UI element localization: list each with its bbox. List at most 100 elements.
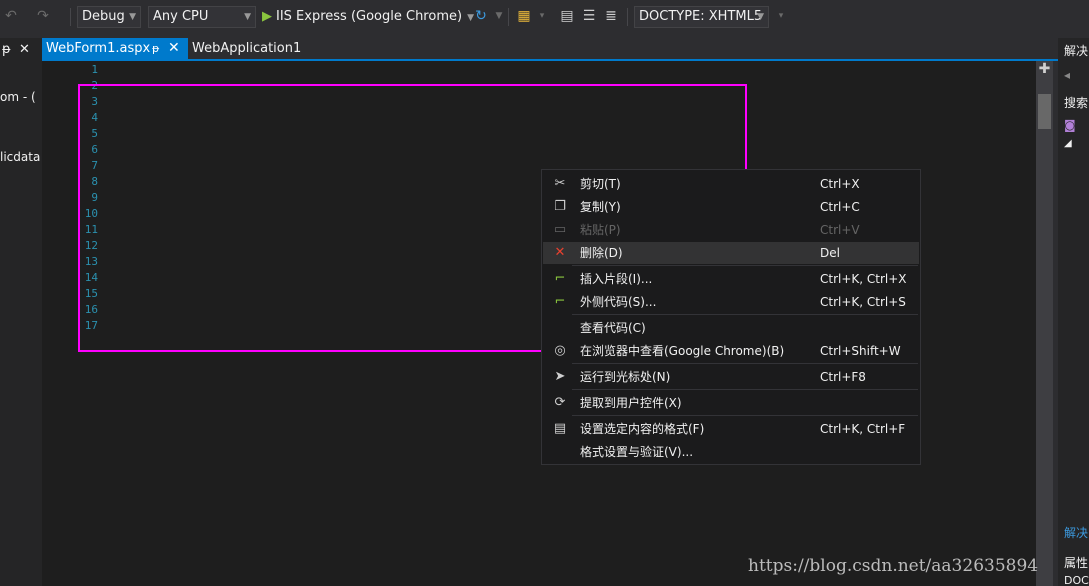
left-pane-item[interactable]: om - ( xyxy=(0,90,36,104)
scissors-icon: ✂ xyxy=(554,176,566,191)
menu-item-label: 删除(D) xyxy=(580,246,623,260)
document-icon[interactable]: ▤ xyxy=(558,7,576,25)
vertical-scrollbar[interactable] xyxy=(1036,61,1053,586)
run-target-label: IIS Express (Google Chrome) xyxy=(276,9,463,24)
menu-item-label: 运行到光标处(N) xyxy=(580,370,671,384)
menu-item-label: 插入片段(I)... xyxy=(580,272,653,286)
format-icon: ▤ xyxy=(553,421,567,436)
cursor-icon: ➤ xyxy=(554,369,566,384)
refresh-icon[interactable]: ↻ xyxy=(472,7,490,25)
line-number: 1 xyxy=(91,63,98,76)
toolbar-separator xyxy=(508,8,509,26)
menu-item-shortcut: Del xyxy=(820,246,840,260)
tab-label: WebApplication1 xyxy=(192,41,302,56)
toolbar-separator xyxy=(70,8,71,26)
split-editor-icon[interactable]: ✚ xyxy=(1036,61,1053,77)
menu-item-shortcut: Ctrl+X xyxy=(820,177,860,191)
menu-item-copy[interactable]: ❐ 复制(Y) Ctrl+C xyxy=(543,196,919,218)
menu-item-shortcut: Ctrl+K, Ctrl+F xyxy=(820,422,906,436)
pin-icon[interactable]: ᵽ xyxy=(2,42,11,57)
toolbar: ↶ ↷ Debug ▼ Any CPU ▼ ▶ IIS Express (Goog… xyxy=(0,0,1089,36)
delete-icon: ✕ xyxy=(554,245,566,260)
menu-separator xyxy=(572,415,918,416)
watermark: https://blog.csdn.net/aa32635894 xyxy=(748,556,1039,576)
menu-separator xyxy=(572,314,918,315)
search-label[interactable]: 搜索 xyxy=(1064,94,1088,111)
doctype-dropdown[interactable]: DOCTYPE: XHTML5 ▼ xyxy=(634,6,769,28)
vs-project-icon[interactable]: ◙ xyxy=(1064,118,1076,132)
menu-item-insert-snippet[interactable]: ⌐ 插入片段(I)... Ctrl+K, Ctrl+X xyxy=(543,268,919,290)
close-icon[interactable]: ✕ xyxy=(168,38,180,59)
menu-item-label: 在浏览器中查看(Google Chrome)(B) xyxy=(580,344,785,358)
paste-icon: ▭ xyxy=(553,222,567,237)
left-pane-item[interactable]: licdata xyxy=(0,150,40,164)
menu-item-paste[interactable]: ▭ 粘贴(P) Ctrl+V xyxy=(543,219,919,241)
menu-item-shortcut: Ctrl+V xyxy=(820,223,860,237)
menu-item-label: 提取到用户控件(X) xyxy=(580,396,682,410)
menu-item-shortcut: Ctrl+F8 xyxy=(820,370,866,384)
solution-explorer-tab[interactable]: 解决 xyxy=(1064,42,1088,59)
context-menu: ✂ 剪切(T) Ctrl+X ❐ 复制(Y) Ctrl+C ▭ 粘贴(P) Ct… xyxy=(541,169,921,465)
platform-value: Any CPU xyxy=(153,9,209,24)
solution-explorer-tab-bottom[interactable]: 解决 xyxy=(1064,524,1088,541)
menu-item-view-in-browser[interactable]: ◎ 在浏览器中查看(Google Chrome)(B) Ctrl+Shift+W xyxy=(543,340,919,362)
menu-item-format-selection[interactable]: ▤ 设置选定内容的格式(F) Ctrl+K, Ctrl+F xyxy=(543,418,919,440)
copy-icon: ❐ xyxy=(554,199,566,214)
chevron-down-icon: ▼ xyxy=(757,12,764,22)
chevron-down-icon: ▼ xyxy=(244,12,251,22)
editor-margin xyxy=(42,61,62,586)
menu-item-run-to-cursor[interactable]: ➤ 运行到光标处(N) Ctrl+F8 xyxy=(543,366,919,388)
menu-item-cut[interactable]: ✂ 剪切(T) Ctrl+X xyxy=(543,173,919,195)
extract-icon: ⟳ xyxy=(554,395,566,410)
surround-icon: ⌐ xyxy=(554,294,566,309)
menu-item-delete[interactable]: ✕ 删除(D) Del xyxy=(543,242,919,264)
platform-dropdown[interactable]: Any CPU ▼ xyxy=(148,6,256,28)
menu-item-label: 粘贴(P) xyxy=(580,223,621,237)
play-icon: ▶ xyxy=(262,9,272,24)
menu-item-shortcut: Ctrl+Shift+W xyxy=(820,344,901,358)
menu-item-shortcut: Ctrl+K, Ctrl+S xyxy=(820,295,906,309)
menu-item-label: 复制(Y) xyxy=(580,200,621,214)
properties-tab[interactable]: 属性 xyxy=(1064,554,1088,571)
menu-item-extract-user-control[interactable]: ⟳ 提取到用户控件(X) xyxy=(543,392,919,414)
chevron-down-icon: ▼ xyxy=(129,12,136,22)
menu-item-shortcut: Ctrl+K, Ctrl+X xyxy=(820,272,907,286)
menu-item-surround-with[interactable]: ⌐ 外侧代码(S)... Ctrl+K, Ctrl+S xyxy=(543,291,919,313)
undo-icon[interactable]: ↶ xyxy=(2,7,20,25)
run-button[interactable]: ▶ IIS Express (Google Chrome) ▼ xyxy=(262,6,474,28)
menu-item-shortcut: Ctrl+C xyxy=(820,200,860,214)
snippet-icon: ⌐ xyxy=(554,271,566,286)
menu-separator xyxy=(572,265,918,266)
indent-icon[interactable]: ☰ xyxy=(580,7,598,25)
menu-item-formatting-validation[interactable]: 格式设置与验证(V)... xyxy=(543,441,919,463)
config-dropdown[interactable]: Debug ▼ xyxy=(77,6,141,28)
document-tabs: WebForm1.aspx ᵽ ✕ WebApplication1 xyxy=(42,38,1058,59)
tab-webform1[interactable]: WebForm1.aspx ᵽ ✕ xyxy=(42,38,188,59)
doc-label: DOC xyxy=(1064,574,1089,586)
doctype-value: DOCTYPE: XHTML5 xyxy=(639,9,763,24)
menu-item-label: 外侧代码(S)... xyxy=(580,295,657,309)
expand-icon[interactable]: ◢ xyxy=(1064,138,1072,149)
tab-label: WebForm1.aspx xyxy=(46,41,151,56)
menu-item-label: 格式设置与验证(V)... xyxy=(580,445,694,459)
chevron-down-icon[interactable]: ▼ xyxy=(490,7,508,25)
menu-separator xyxy=(572,363,918,364)
tab-webapplication1[interactable]: WebApplication1 xyxy=(192,38,301,59)
menu-item-view-code[interactable]: 查看代码(C) xyxy=(543,317,919,339)
menu-item-label: 查看代码(C) xyxy=(580,321,646,335)
right-tool-pane: 解决 ◂ 搜索 ◙ ◢ 解决 属性 DOC xyxy=(1058,38,1089,586)
left-tool-pane: ᵽ ✕ om - ( licdata xyxy=(0,38,42,586)
scrollbar-thumb[interactable] xyxy=(1038,94,1051,129)
menu-separator xyxy=(572,389,918,390)
pin-icon[interactable]: ᵽ xyxy=(152,38,159,59)
toolbar-overflow-icon[interactable]: ▾ xyxy=(772,7,790,25)
back-icon[interactable]: ◂ xyxy=(1064,68,1070,82)
config-value: Debug xyxy=(82,9,125,24)
browser-link-icon[interactable]: ▦ xyxy=(515,7,533,25)
chevron-down-icon[interactable]: ▾ xyxy=(533,7,551,25)
close-icon[interactable]: ✕ xyxy=(19,42,30,57)
toolbar-separator xyxy=(627,8,628,26)
menu-item-label: 剪切(T) xyxy=(580,177,621,191)
outdent-icon[interactable]: ≣ xyxy=(602,7,620,25)
redo-icon[interactable]: ↷ xyxy=(34,7,52,25)
